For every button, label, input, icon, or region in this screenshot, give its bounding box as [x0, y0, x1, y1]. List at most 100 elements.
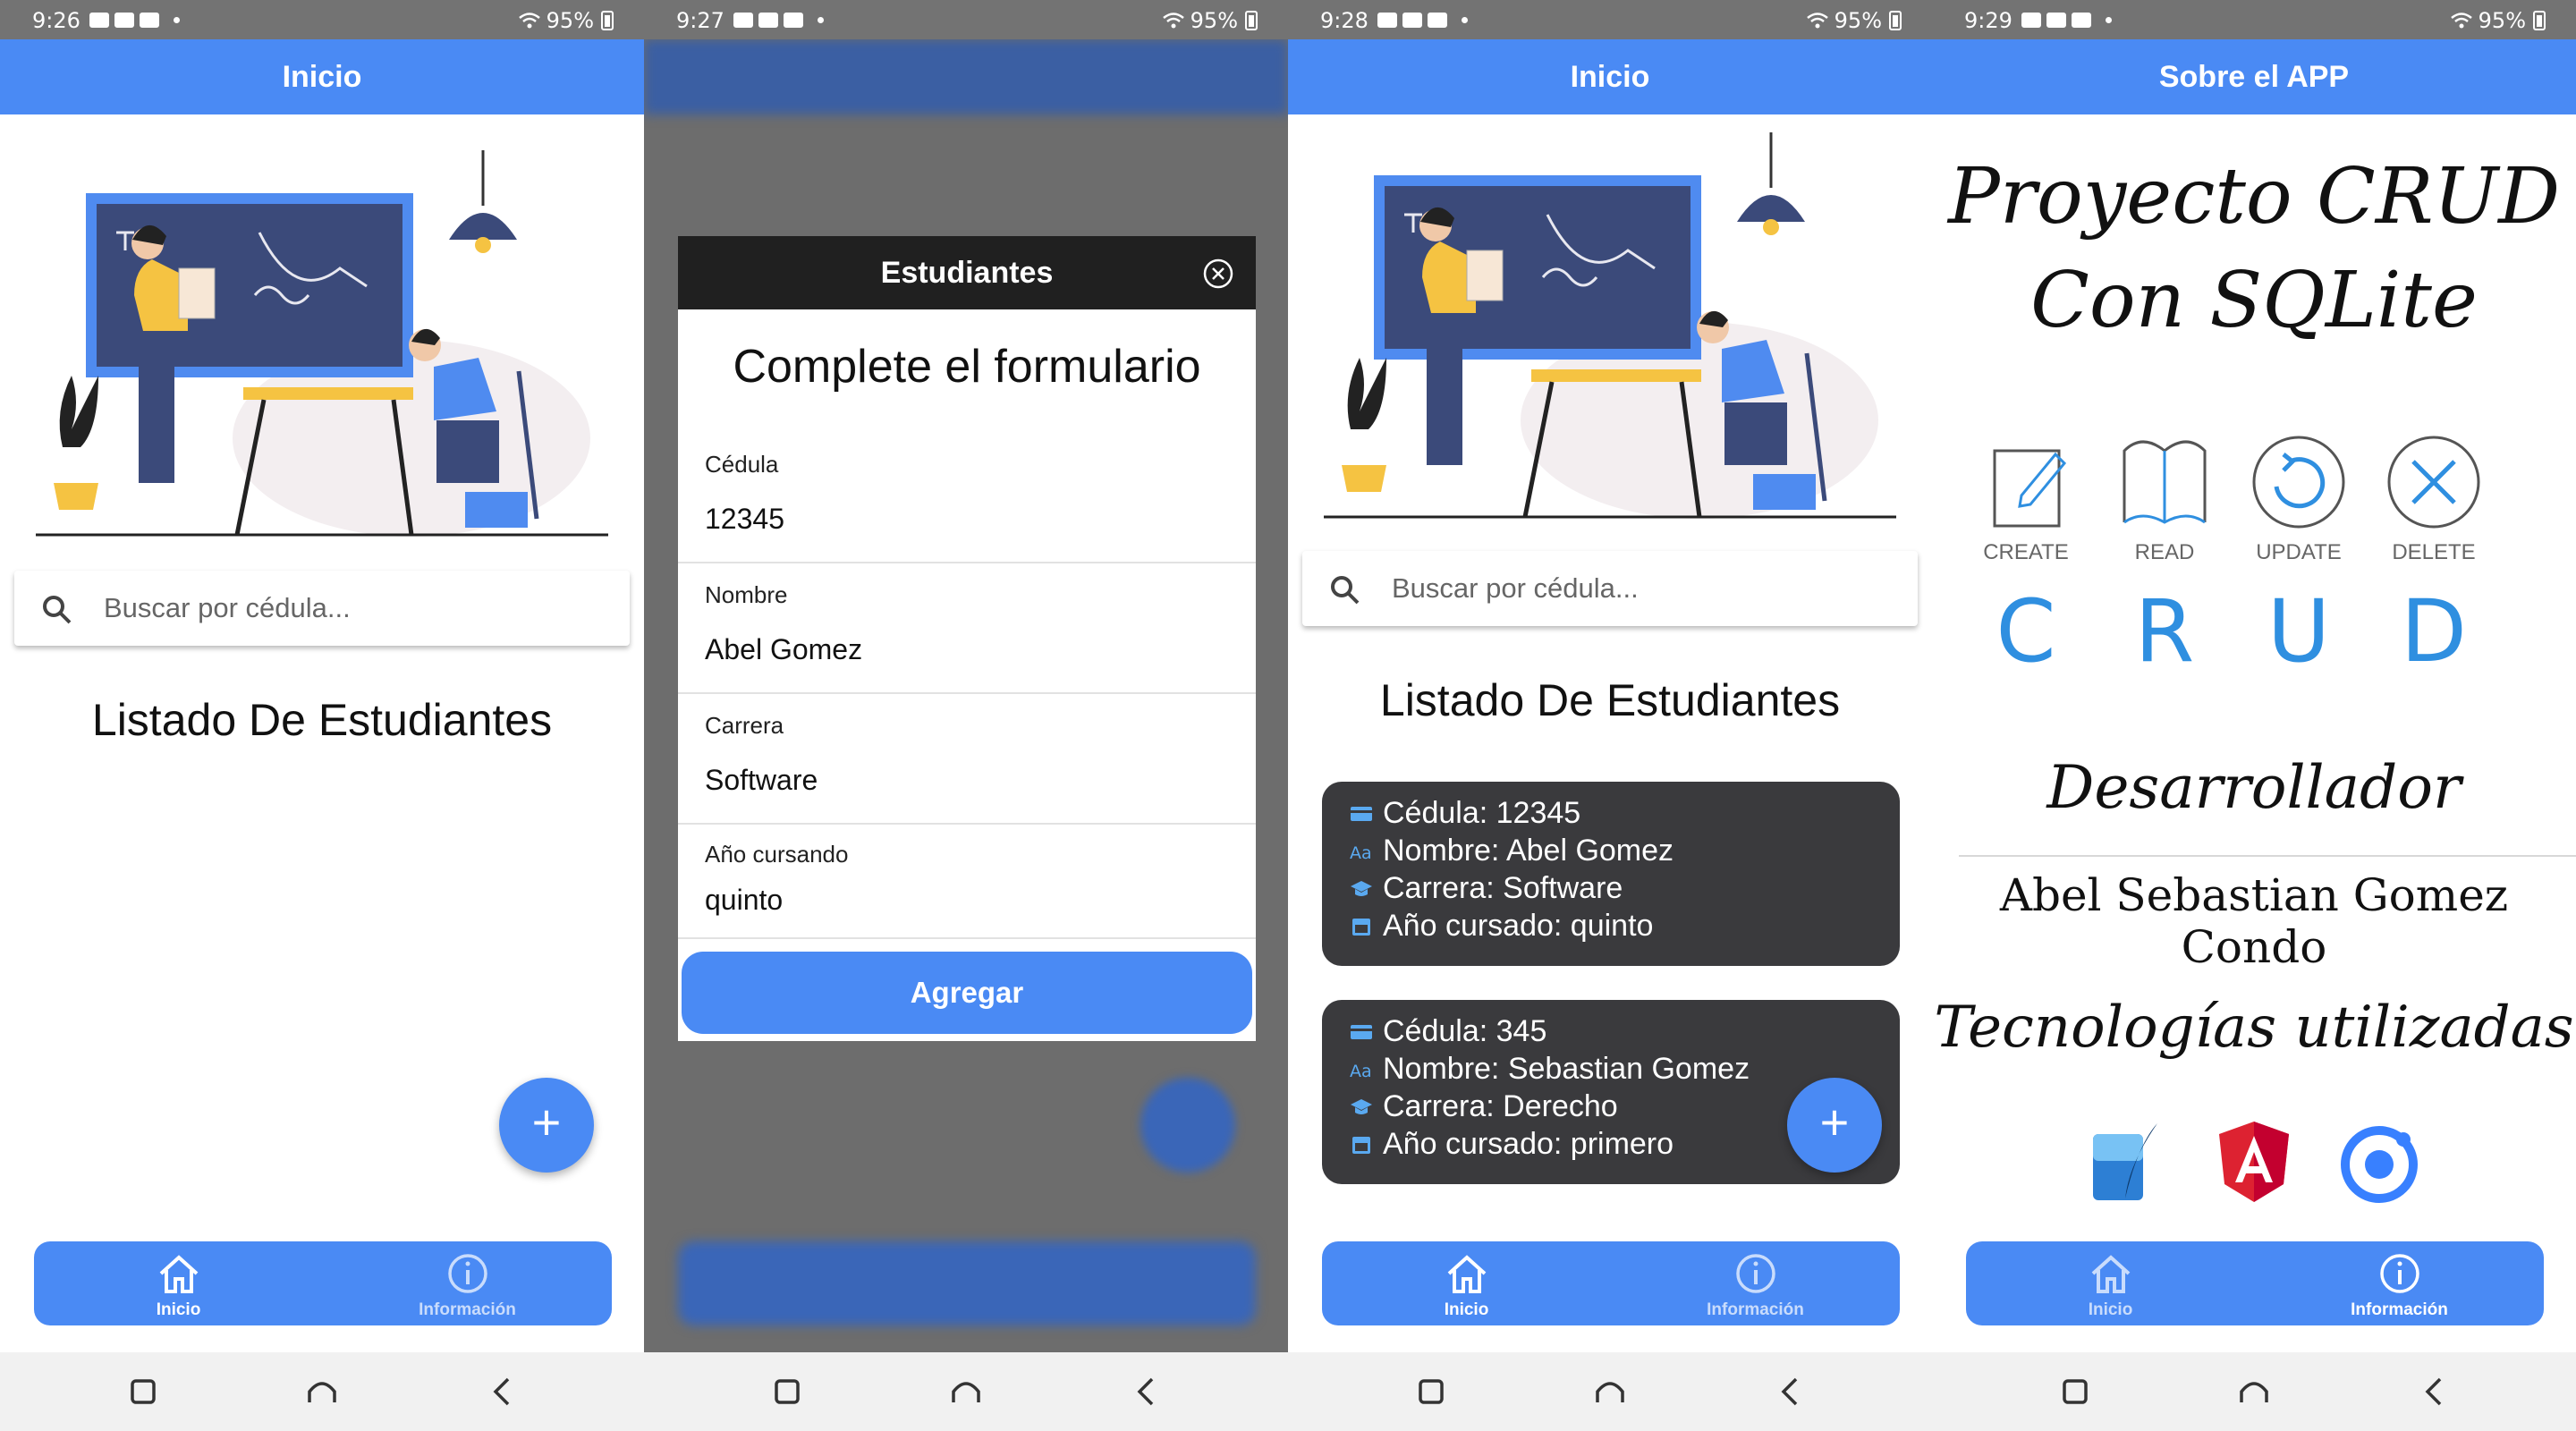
crud-update: UPDATE — [2241, 433, 2357, 567]
op-label: DELETE — [2392, 540, 2476, 564]
form-heading: Complete el formulario — [733, 341, 1201, 393]
recents-icon[interactable] — [123, 1372, 163, 1411]
tab-informacion[interactable]: Información — [2255, 1241, 2544, 1325]
search-input[interactable] — [1392, 567, 1893, 610]
recents-icon[interactable] — [1411, 1372, 1451, 1411]
search-icon — [1331, 576, 1360, 605]
technologies-heading: Tecnologías utilizadas — [1934, 995, 2574, 1061]
crud-letter: R — [2134, 581, 2195, 682]
student-carrera: Carrera: Derecho — [1383, 1089, 1618, 1123]
crud-delete: DELETE — [2376, 433, 2492, 567]
crud-read: READ — [2106, 433, 2223, 567]
tab-label: Inicio — [156, 1300, 201, 1319]
add-student-button[interactable]: + — [1787, 1078, 1882, 1173]
home-nav-icon[interactable] — [946, 1372, 986, 1411]
tab-informacion[interactable]: Información — [323, 1241, 612, 1325]
bottom-tab-bar: Inicio Información — [34, 1241, 612, 1325]
back-icon[interactable] — [1771, 1372, 1810, 1411]
tab-label: Inicio — [2088, 1300, 2133, 1319]
home-icon — [159, 1255, 198, 1293]
angular-icon — [2219, 1122, 2289, 1202]
delete-icon — [2387, 436, 2480, 529]
student-card[interactable]: Cédula: 12345 Aa Nombre: Abel Gomez Carre… — [1322, 782, 1900, 966]
back-icon[interactable] — [2415, 1372, 2454, 1411]
list-title: Listado De Estudiantes — [1379, 675, 1841, 725]
notification-icons — [2021, 13, 2112, 28]
student-nombre: Nombre: Sebastian Gomez — [1383, 1052, 1750, 1086]
field-label: Año cursando — [705, 841, 849, 868]
tab-inicio[interactable]: Inicio — [1966, 1241, 2255, 1325]
nombre-input[interactable] — [705, 630, 1233, 669]
battery-icon — [2533, 11, 2546, 30]
home-nav-icon[interactable] — [2234, 1372, 2274, 1411]
home-nav-icon[interactable] — [1590, 1372, 1630, 1411]
system-nav-bar — [644, 1352, 1288, 1431]
search-bar[interactable] — [1302, 551, 1918, 626]
cedula-input[interactable] — [705, 499, 1233, 538]
student-cedula: Cédula: 345 — [1383, 1014, 1547, 1048]
status-bar: 9:26 95% — [0, 0, 644, 39]
notification-icons — [733, 13, 824, 28]
carrera-field[interactable]: Carrera — [678, 694, 1256, 825]
project-title-line2: Con SQLite — [2030, 256, 2478, 345]
graduation-cap-icon — [1351, 1098, 1372, 1114]
crud-letter: C — [1996, 581, 2056, 682]
status-time: 9:28 — [1320, 8, 1368, 33]
info-icon — [1735, 1254, 1775, 1293]
system-nav-bar — [0, 1352, 644, 1431]
close-icon[interactable] — [1202, 258, 1234, 290]
book-icon — [2123, 440, 2207, 524]
battery-icon — [1245, 11, 1258, 30]
tab-inicio[interactable]: Inicio — [34, 1241, 323, 1325]
carrera-input[interactable] — [705, 760, 1233, 800]
tab-inicio[interactable]: Inicio — [1322, 1241, 1611, 1325]
battery-level: 95% — [1190, 8, 1238, 33]
app-bar-title: Sobre el APP — [1932, 39, 2576, 114]
tab-label: Información — [2351, 1300, 2448, 1319]
home-icon — [1447, 1255, 1486, 1293]
recents-icon[interactable] — [2055, 1372, 2095, 1411]
nombre-field[interactable]: Nombre — [678, 563, 1256, 694]
developer-heading: Desarrollador — [2046, 753, 2462, 822]
notification-icons — [89, 13, 180, 28]
anio-field[interactable]: Año cursando — [678, 825, 1256, 939]
bottom-tab-bar: Inicio Información — [1966, 1241, 2544, 1325]
wifi-icon — [518, 13, 540, 29]
modal-title: Estudiantes — [880, 256, 1054, 290]
tab-informacion[interactable]: Información — [1611, 1241, 1900, 1325]
recents-icon[interactable] — [767, 1372, 807, 1411]
app-bar-title: Inicio — [0, 39, 644, 114]
app-bar-title: Inicio — [1288, 39, 1932, 114]
ionic-icon — [2341, 1126, 2418, 1203]
status-bar: 9:28 95% — [1288, 0, 1932, 39]
edit-icon — [1993, 449, 2067, 528]
wifi-icon — [2450, 13, 2472, 29]
screen-inicio-list: 9:28 95% Inicio Listado De Est — [1288, 0, 1932, 1431]
agregar-button[interactable]: Agregar — [682, 952, 1252, 1034]
calendar-icon — [1352, 1136, 1370, 1154]
battery-icon — [601, 11, 614, 30]
divider — [1959, 855, 2576, 857]
project-title-line1: Proyecto CRUD — [1947, 152, 2561, 241]
add-student-button[interactable]: + — [499, 1078, 594, 1173]
cedula-field[interactable]: Cédula — [678, 433, 1256, 563]
app-bar-blurred — [644, 39, 1288, 114]
search-bar[interactable] — [14, 571, 630, 646]
back-icon[interactable] — [1127, 1372, 1166, 1411]
anio-input[interactable] — [705, 880, 1233, 919]
back-icon[interactable] — [483, 1372, 522, 1411]
font-icon: Aa — [1350, 1062, 1372, 1080]
svg-text:Aa: Aa — [1350, 843, 1372, 862]
op-label: UPDATE — [2256, 540, 2342, 564]
search-input[interactable] — [104, 587, 605, 630]
graduation-cap-icon — [1351, 880, 1372, 896]
font-icon: Aa — [1350, 843, 1372, 862]
battery-icon — [1889, 11, 1902, 30]
student-carrera: Carrera: Software — [1383, 871, 1623, 905]
home-nav-icon[interactable] — [302, 1372, 342, 1411]
field-label: Carrera — [705, 712, 784, 739]
info-icon — [447, 1254, 487, 1293]
student-cedula: Cédula: 12345 — [1383, 796, 1581, 830]
notification-icons — [1377, 13, 1468, 28]
id-card-icon — [1351, 806, 1372, 821]
